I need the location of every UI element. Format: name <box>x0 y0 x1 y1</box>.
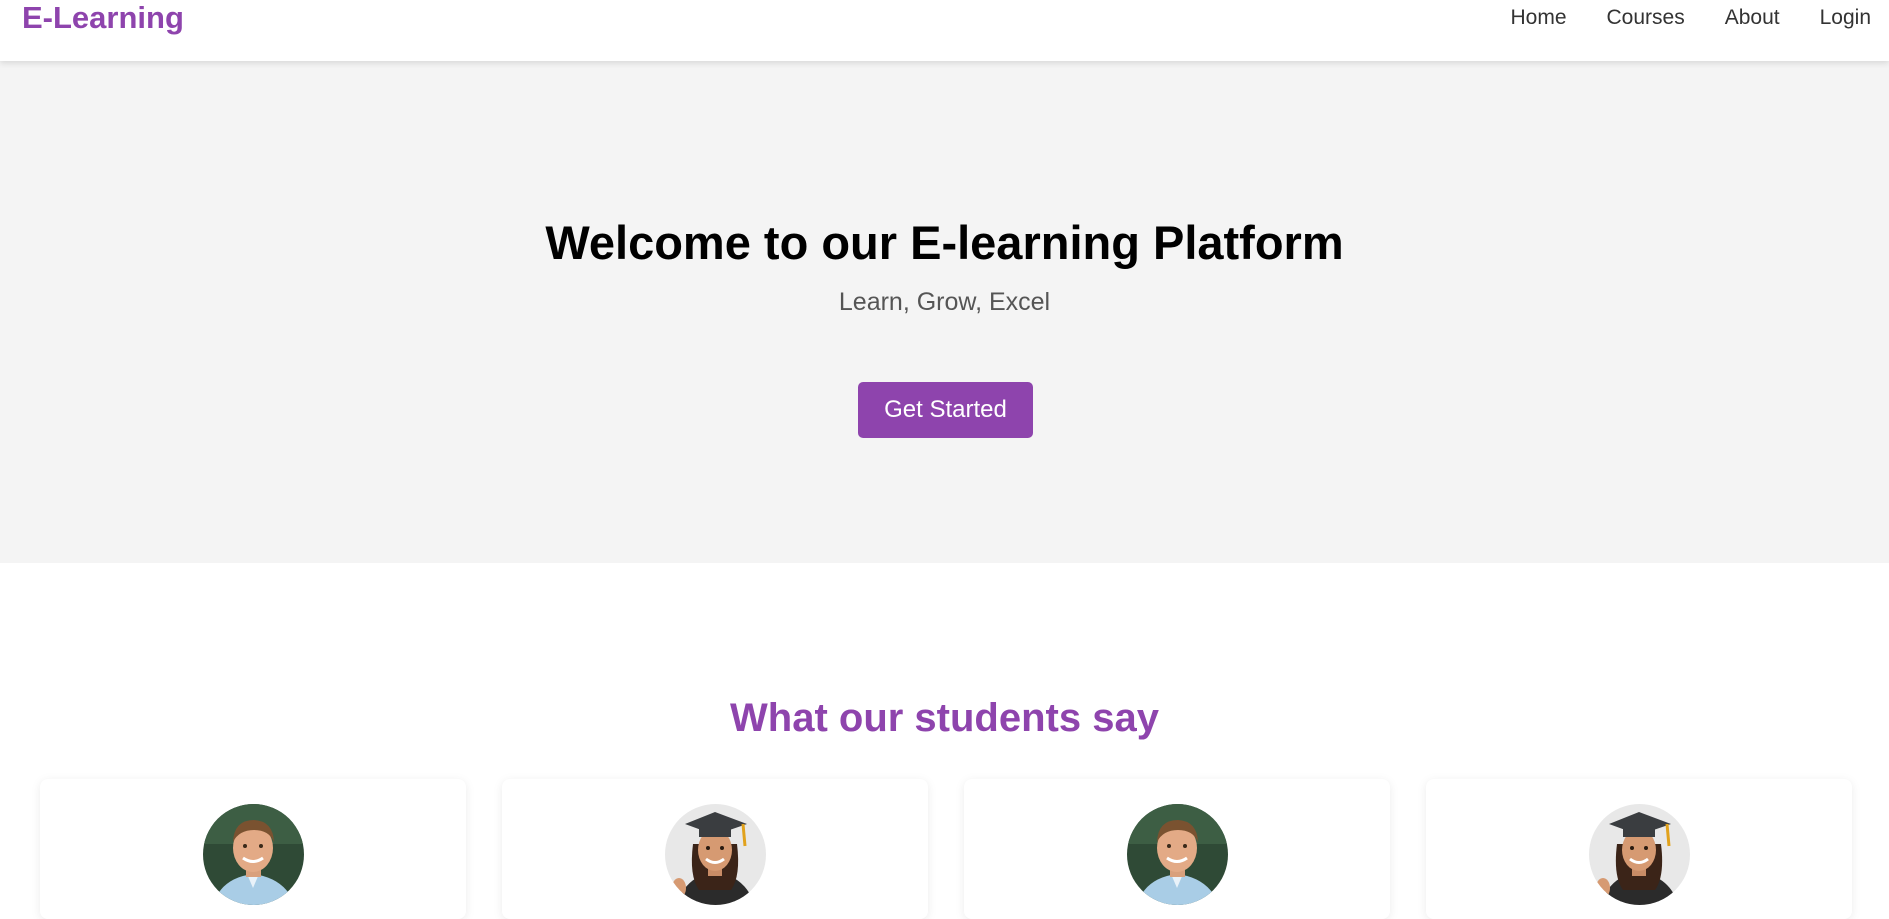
brand-logo[interactable]: E-Learning <box>22 0 184 36</box>
hero-subtitle: Learn, Grow, Excel <box>838 288 1051 316</box>
student-avatar <box>203 804 304 905</box>
student-avatar <box>1127 804 1228 905</box>
testimonial-card <box>964 779 1390 919</box>
nav-link-login[interactable]: Login <box>1820 5 1871 31</box>
nav-link-about[interactable]: About <box>1725 5 1780 31</box>
hero-title: Welcome to our E-learning Platform <box>545 216 1344 269</box>
student-avatar <box>1589 804 1690 905</box>
testimonial-card <box>1426 779 1852 919</box>
nav-link-home[interactable]: Home <box>1510 5 1566 31</box>
nav-links: Home Courses About Login <box>1470 5 1871 31</box>
get-started-button[interactable]: Get Started <box>858 382 1033 438</box>
student-avatar <box>665 804 766 905</box>
testimonial-card <box>40 779 466 919</box>
nav-link-courses[interactable]: Courses <box>1607 5 1685 31</box>
navbar: E-Learning Home Courses About Login <box>0 0 1889 61</box>
testimonial-card <box>502 779 928 919</box>
hero-section: Welcome to our E-learning Platform Learn… <box>0 61 1889 563</box>
testimonials-title: What our students say <box>730 696 1159 740</box>
